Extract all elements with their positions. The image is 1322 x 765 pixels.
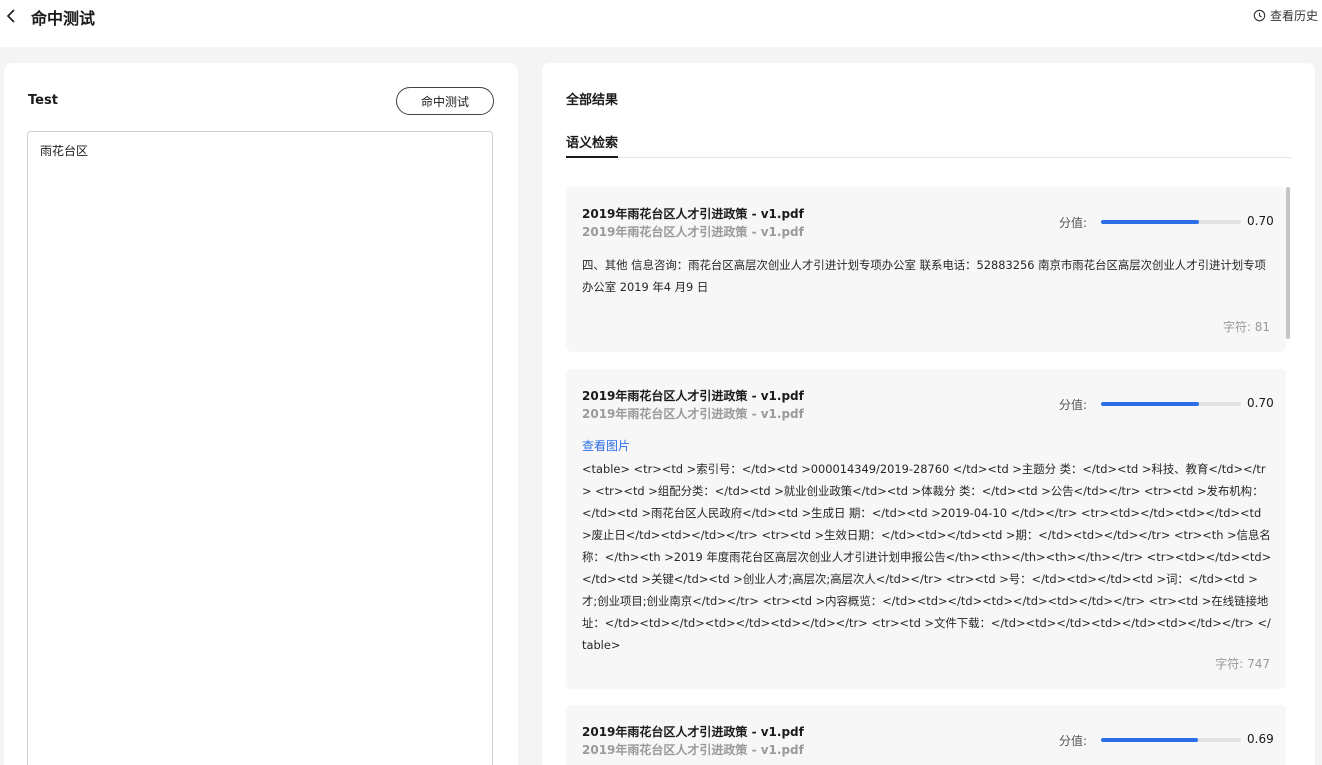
results-scrollbar[interactable] [1286, 187, 1290, 339]
result-card-title: 2019年雨花台区人才引进政策 - v1.pdf [582, 389, 804, 403]
score-bar [1101, 402, 1241, 406]
query-input[interactable] [27, 131, 493, 765]
score-bar [1101, 220, 1241, 224]
score-value: 0.70 [1247, 214, 1274, 228]
result-card-title: 2019年雨花台区人才引进政策 - v1.pdf [582, 725, 804, 739]
page-title: 命中测试 [31, 9, 96, 28]
score-label: 分值: [1059, 398, 1088, 412]
score-value: 0.69 [1247, 732, 1274, 746]
score-bar-fill [1101, 220, 1199, 224]
result-card-subtitle: 2019年雨花台区人才引进政策 - v1.pdf [582, 743, 804, 757]
results-tabs: 语义检索 [566, 131, 1291, 158]
char-count: 字符: 81 [1222, 320, 1270, 334]
result-card[interactable]: 2019年雨花台区人才引进政策 - v1.pdf 2019年雨花台区人才引进政策… [566, 187, 1286, 352]
view-history-label: 查看历史 [1269, 9, 1318, 23]
score-label: 分值: [1059, 734, 1088, 748]
test-panel: Test 命中测试 [4, 63, 518, 765]
view-history-button[interactable]: 查看历史 [1253, 7, 1318, 24]
results-title: 全部结果 [566, 93, 619, 108]
result-card-title: 2019年雨花台区人才引进政策 - v1.pdf [582, 207, 804, 221]
char-count: 字符: 747 [1215, 657, 1270, 671]
test-panel-title: Test [28, 93, 58, 108]
view-image-link[interactable]: 查看图片 [582, 437, 630, 454]
top-bar: 命中测试 查看历史 [0, 0, 1322, 47]
back-arrow-icon[interactable] [4, 6, 20, 26]
score-label: 分值: [1059, 216, 1088, 230]
result-card-subtitle: 2019年雨花台区人才引进政策 - v1.pdf [582, 225, 804, 239]
result-card[interactable]: 2019年雨花台区人才引进政策 - v1.pdf 2019年雨花台区人才引进政策… [566, 705, 1286, 765]
score-bar-fill [1101, 738, 1198, 742]
results-panel: 全部结果 语义检索 2019年雨花台区人才引进政策 - v1.pdf 2019年… [542, 63, 1315, 765]
result-card-subtitle: 2019年雨花台区人才引进政策 - v1.pdf [582, 407, 804, 421]
score-bar [1101, 738, 1241, 742]
hit-test-button[interactable]: 命中测试 [396, 87, 494, 115]
result-card-content: 四、其他 信息咨询：雨花台区高层次创业人才引进计划专项办公室 联系电话：5288… [582, 258, 1266, 294]
tab-semantic-search[interactable]: 语义检索 [566, 131, 619, 158]
score-value: 0.70 [1247, 396, 1274, 410]
result-card[interactable]: 2019年雨花台区人才引进政策 - v1.pdf 2019年雨花台区人才引进政策… [566, 369, 1286, 689]
history-clock-icon [1253, 9, 1266, 22]
score-bar-fill [1101, 402, 1199, 406]
result-card-content: <table> <tr><td >索引号：</td><td >000014349… [582, 462, 1272, 652]
